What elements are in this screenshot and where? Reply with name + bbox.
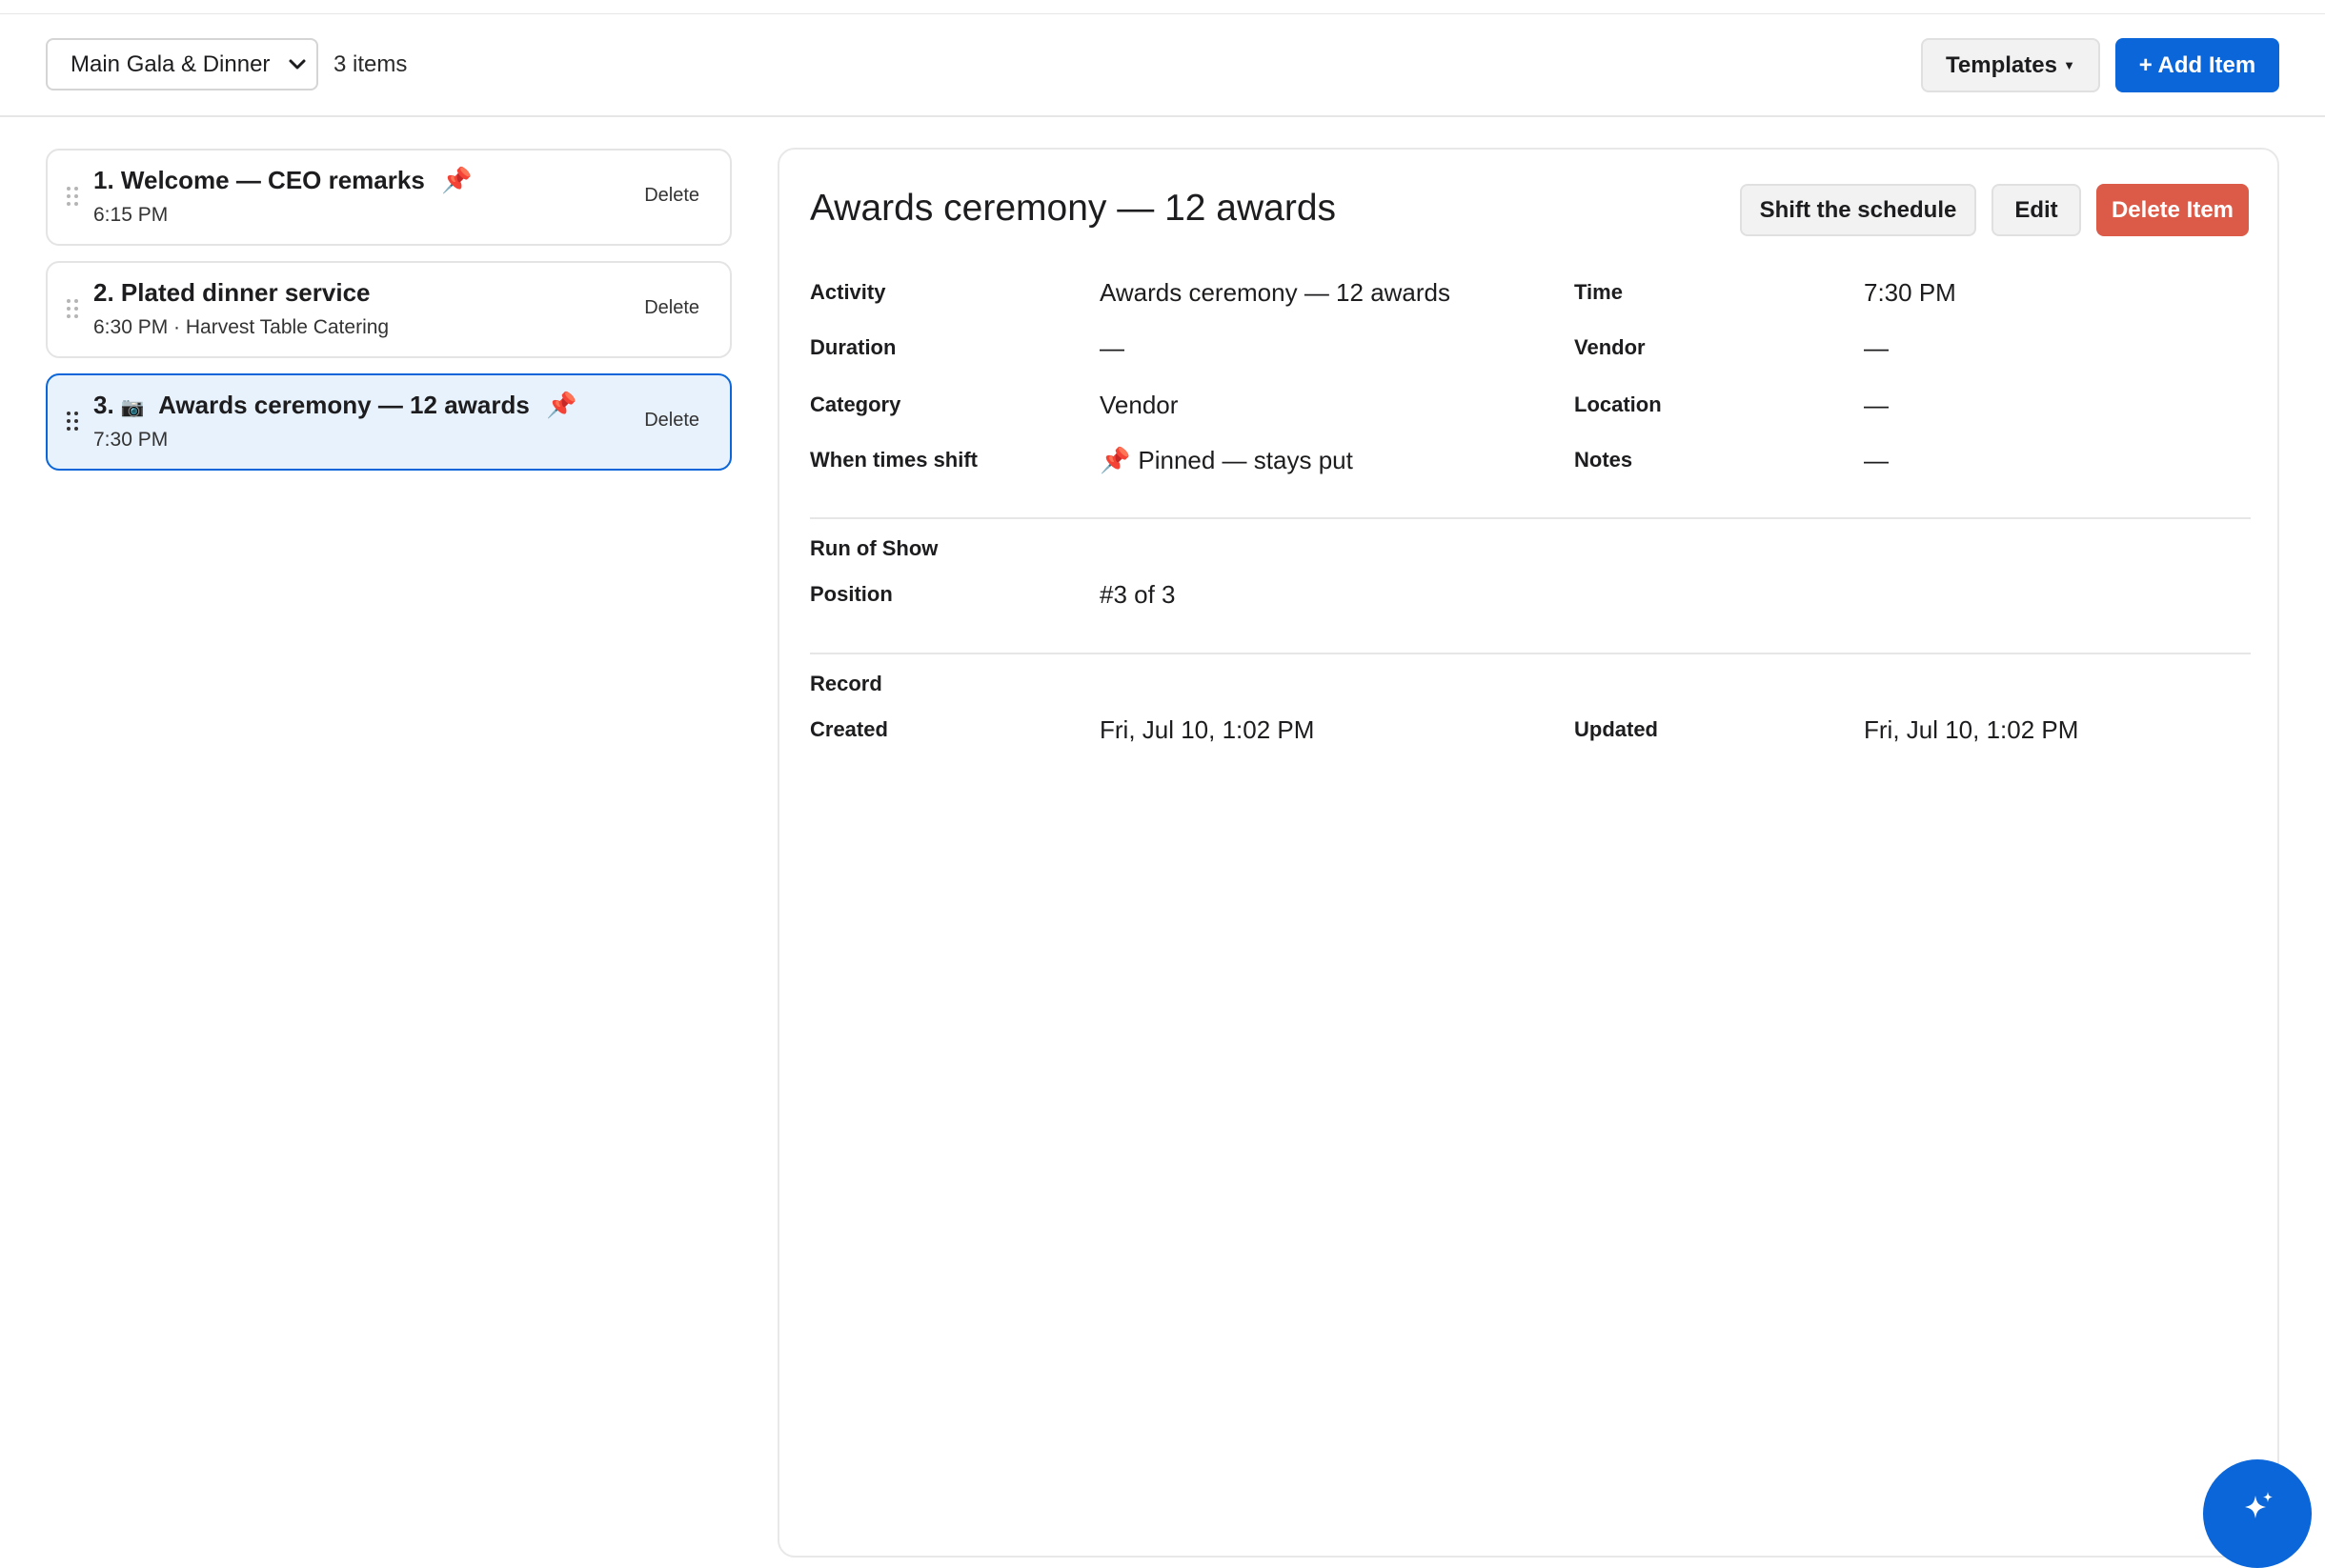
- item-count: 3 items: [334, 51, 408, 77]
- activity-label: Activity: [810, 280, 886, 304]
- position-value: #3 of 3: [1100, 580, 1176, 609]
- created-value: Fri, Jul 10, 1:02 PM: [1100, 715, 1315, 744]
- time-shift-text: Pinned — stays put: [1138, 446, 1353, 474]
- delete-item-link[interactable]: Delete: [644, 410, 699, 432]
- item-number: 2.: [93, 278, 114, 307]
- delete-item-link[interactable]: Delete: [644, 297, 699, 319]
- drag-handle-icon[interactable]: [67, 412, 80, 432]
- section-divider: [810, 517, 2251, 519]
- list-item[interactable]: 1. Welcome — CEO remarks 📌 6:15 PM Delet…: [46, 149, 732, 246]
- caret-down-icon: ▼: [2063, 58, 2075, 72]
- item-title-text: Awards ceremony — 12 awards: [158, 391, 530, 419]
- shift-schedule-button[interactable]: Shift the schedule: [1740, 184, 1976, 236]
- item-subtitle: 7:30 PM: [93, 429, 169, 451]
- vendor-label: Vendor: [1574, 335, 1646, 359]
- event-select-value: Main Gala & Dinner: [71, 51, 271, 77]
- item-title: 3. 📷 Awards ceremony — 12 awards 📌: [93, 391, 576, 420]
- category-value: Vendor: [1100, 391, 1179, 419]
- updated-value: Fri, Jul 10, 1:02 PM: [1864, 715, 2079, 744]
- updated-label: Updated: [1574, 717, 1658, 741]
- chevron-down-icon: [289, 59, 306, 70]
- notes-value: —: [1864, 446, 1889, 474]
- section-divider: [810, 653, 2251, 654]
- time-label: Time: [1574, 280, 1623, 304]
- location-label: Location: [1574, 392, 1662, 416]
- add-item-button[interactable]: + Add Item: [2115, 38, 2279, 92]
- record-heading: Record: [810, 672, 882, 695]
- item-title: 1. Welcome — CEO remarks 📌: [93, 166, 472, 195]
- item-title-text: Welcome — CEO remarks: [120, 166, 425, 194]
- vendor-value: —: [1864, 333, 1889, 362]
- drag-handle-icon[interactable]: [67, 187, 80, 208]
- toolbar: Main Gala & Dinner 3 items Templates ▼ +…: [0, 14, 2325, 117]
- delete-item-button[interactable]: Delete Item: [2096, 184, 2249, 236]
- item-number: 3.: [93, 391, 114, 419]
- detail-panel: Awards ceremony — 12 awards Shift the sc…: [778, 148, 2279, 1558]
- item-subtitle: 6:15 PM: [93, 204, 169, 226]
- event-select[interactable]: Main Gala & Dinner: [46, 38, 318, 90]
- edit-button[interactable]: Edit: [1991, 184, 2081, 236]
- item-number: 1.: [93, 166, 114, 194]
- templates-button[interactable]: Templates ▼: [1921, 38, 2100, 92]
- camera-icon: 📷: [120, 397, 145, 418]
- created-label: Created: [810, 717, 888, 741]
- assistant-button[interactable]: [2203, 1459, 2312, 1568]
- run-of-show-heading: Run of Show: [810, 536, 939, 560]
- notes-label: Notes: [1574, 448, 1633, 472]
- detail-title: Awards ceremony — 12 awards: [810, 188, 1337, 229]
- item-subtitle: 6:30 PM · Harvest Table Catering: [93, 316, 390, 338]
- time-shift-value: 📌 Pinned — stays put: [1100, 446, 1353, 475]
- time-shift-label: When times shift: [810, 448, 979, 472]
- sparkle-icon: [2245, 1492, 2273, 1518]
- list-item[interactable]: 2. Plated dinner service 6:30 PM · Harve…: [46, 261, 732, 358]
- position-label: Position: [810, 582, 893, 606]
- item-title: 2. Plated dinner service: [93, 278, 370, 308]
- item-title-text: Plated dinner service: [120, 278, 371, 307]
- pin-icon: 📌: [441, 166, 473, 194]
- category-label: Category: [810, 392, 901, 416]
- duration-value: —: [1100, 333, 1124, 362]
- list-item-selected[interactable]: 3. 📷 Awards ceremony — 12 awards 📌 7:30 …: [46, 373, 732, 471]
- drag-handle-icon[interactable]: [67, 299, 80, 320]
- delete-item-link[interactable]: Delete: [644, 185, 699, 207]
- duration-label: Duration: [810, 335, 897, 359]
- pin-icon: 📌: [1100, 446, 1131, 474]
- activity-value: Awards ceremony — 12 awards: [1100, 278, 1451, 307]
- templates-label: Templates: [1946, 52, 2057, 78]
- pin-icon: 📌: [546, 391, 577, 419]
- location-value: —: [1864, 391, 1889, 419]
- time-value: 7:30 PM: [1864, 278, 1956, 307]
